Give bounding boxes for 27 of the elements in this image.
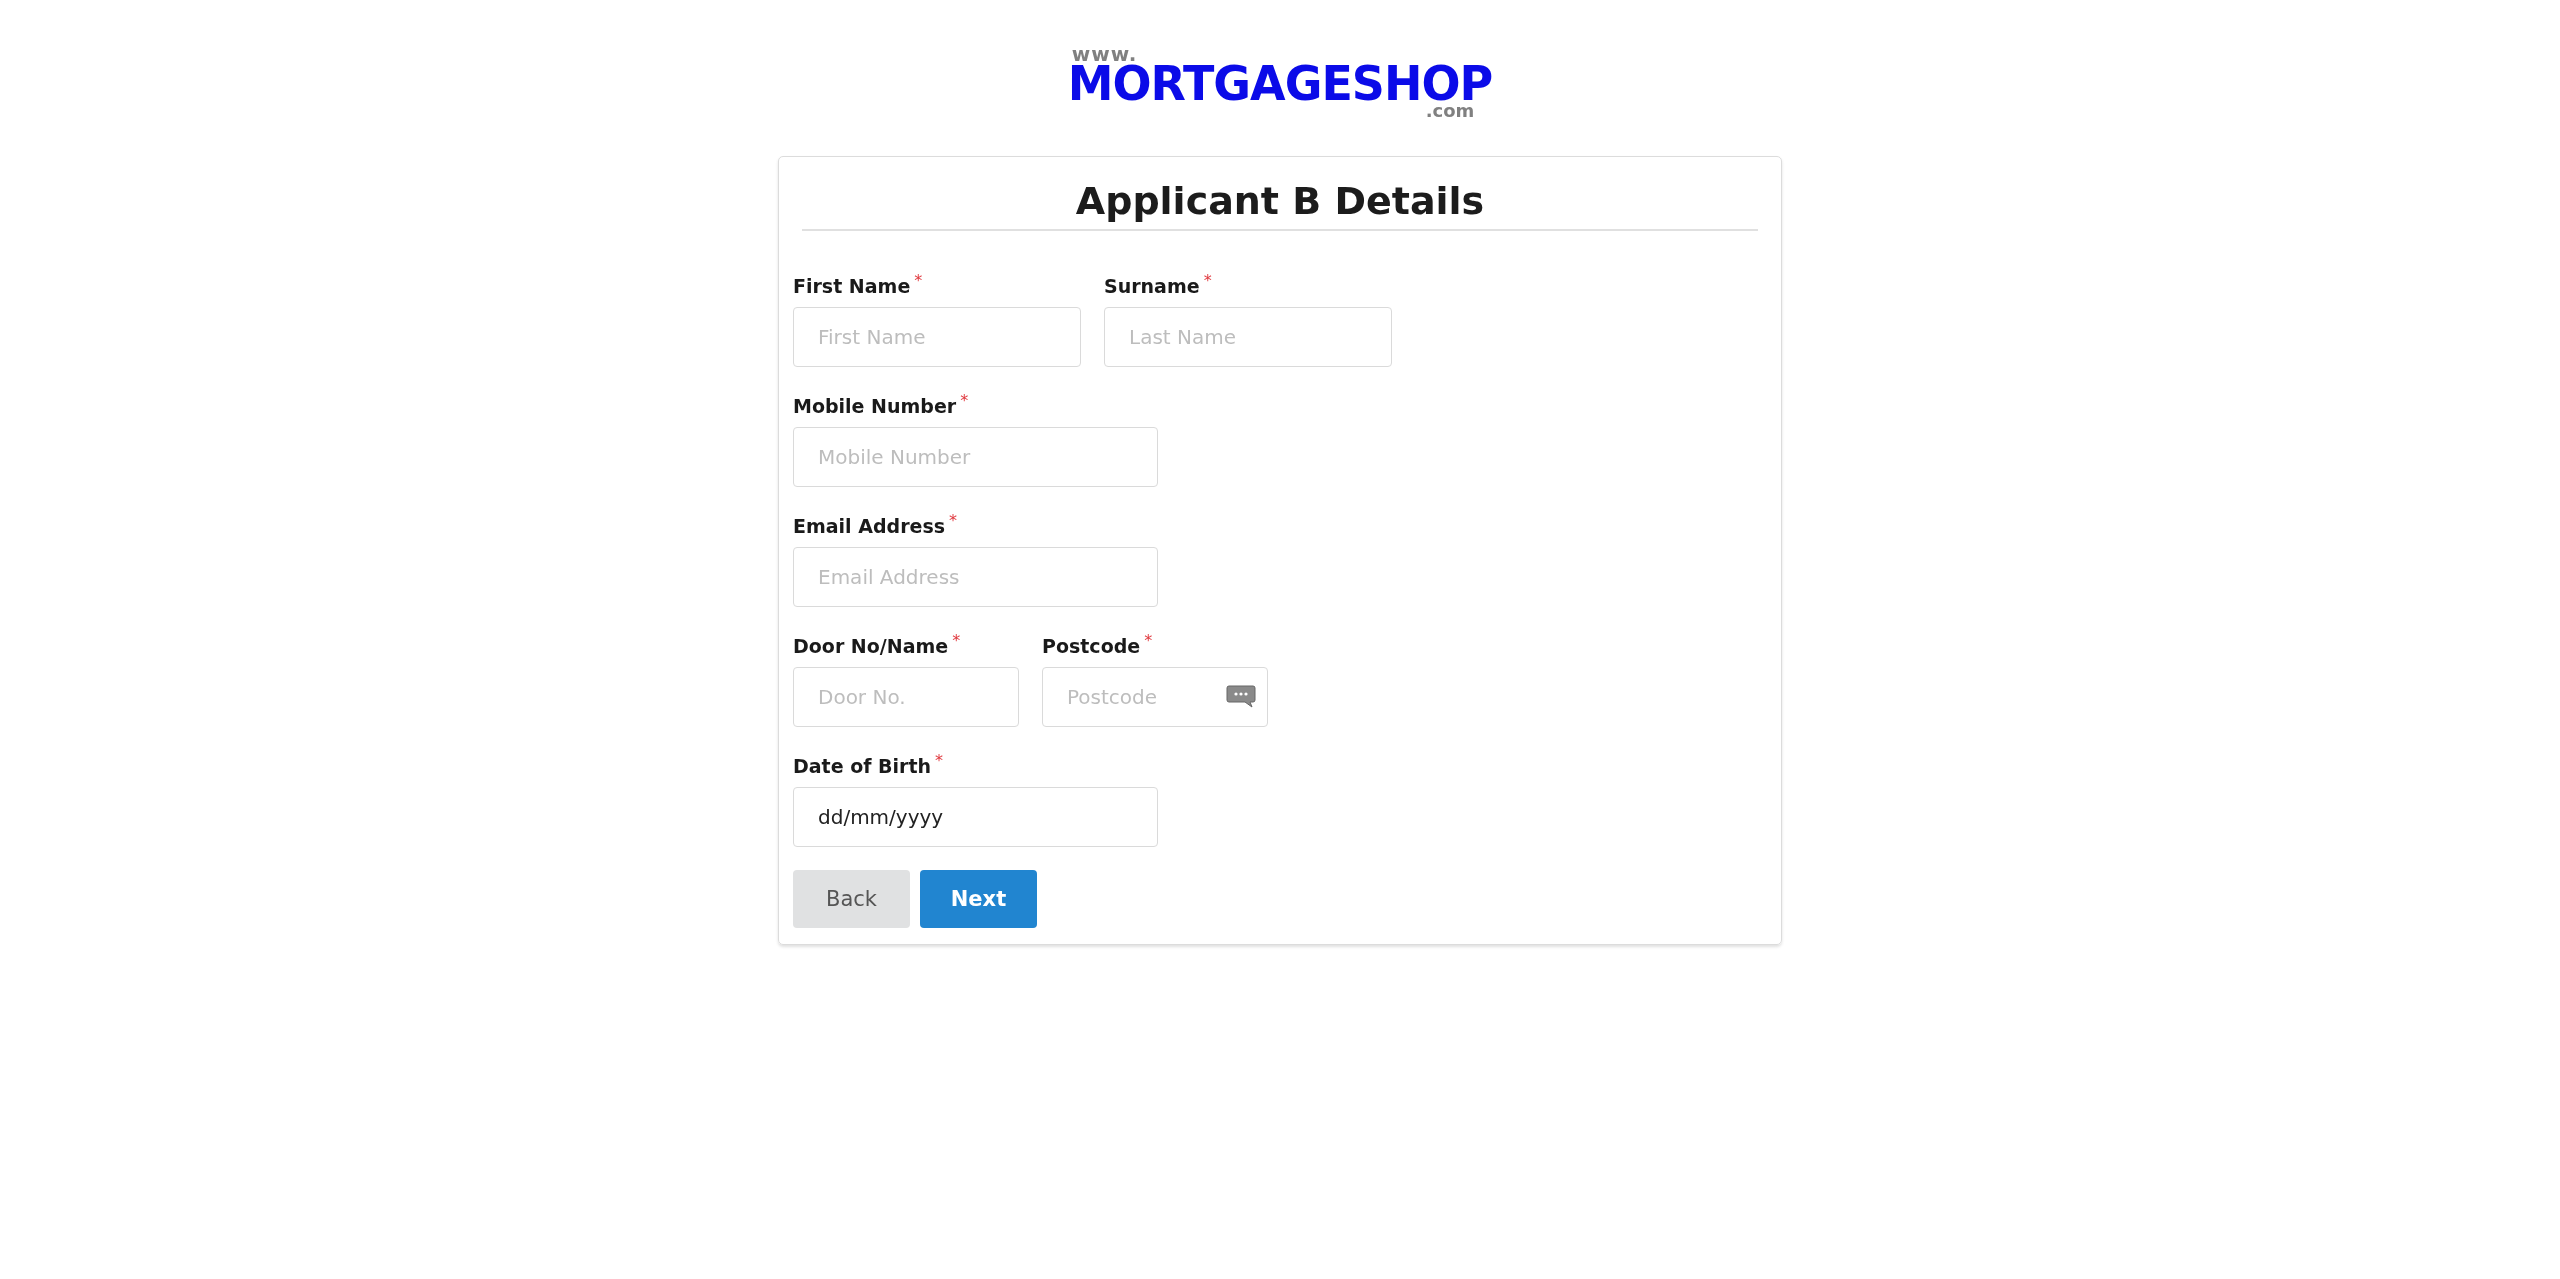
text-field[interactable]: Mobile Number <box>793 427 1158 487</box>
required-mark: * <box>914 271 923 290</box>
logo-prefix: www. <box>1071 44 1138 64</box>
field-label: Email Address <box>793 515 946 537</box>
required-mark: * <box>935 751 944 770</box>
back-button[interactable]: Back <box>793 870 910 928</box>
text-field[interactable]: Email Address <box>793 547 1158 607</box>
next-button[interactable]: Next <box>920 870 1037 928</box>
field-label: Door No/Name <box>793 635 949 657</box>
required-mark: * <box>1203 271 1212 290</box>
logo-suffix: .com <box>1425 102 1475 120</box>
required-mark: * <box>949 511 958 530</box>
field-label: Date of Birth <box>793 755 932 777</box>
date-field[interactable]: dd/mm/yyyy <box>793 787 1158 847</box>
text-field[interactable]: Door No. <box>793 667 1019 727</box>
required-mark: * <box>952 631 961 650</box>
required-mark: * <box>1144 631 1153 650</box>
field-label: First Name <box>793 275 911 297</box>
field-label: Postcode <box>1042 635 1141 657</box>
postcode-field[interactable]: Postcode <box>1042 667 1268 727</box>
text-field[interactable]: Last Name <box>1104 307 1392 367</box>
field-label: Mobile Number <box>793 395 957 417</box>
speech-bubble-icon[interactable] <box>1226 685 1256 709</box>
form-title: Applicant B Details <box>802 179 1758 231</box>
field-label: Surname <box>1104 275 1200 297</box>
required-mark: * <box>960 391 969 410</box>
text-field[interactable]: First Name <box>793 307 1081 367</box>
